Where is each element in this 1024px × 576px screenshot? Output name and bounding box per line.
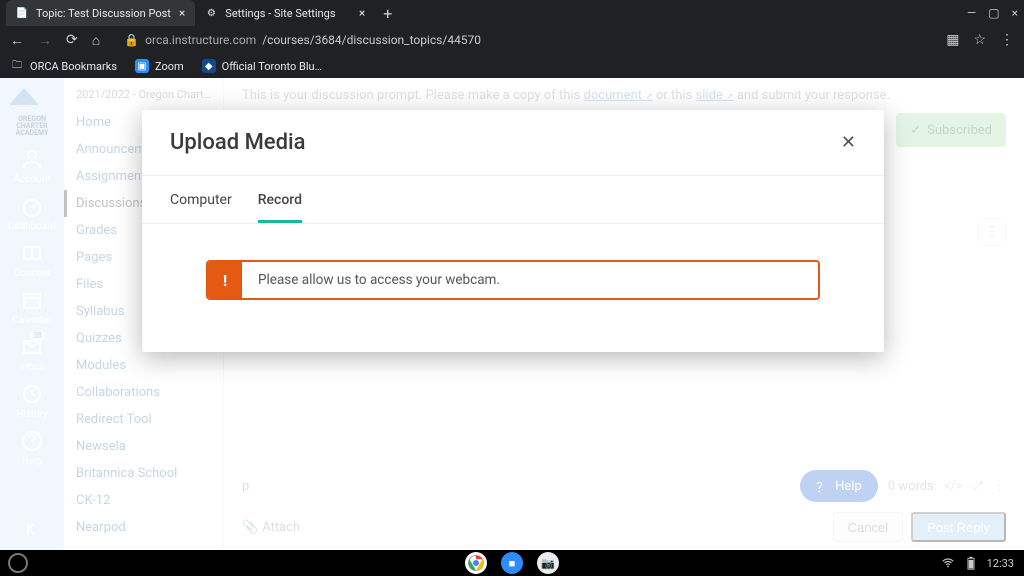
star-icon[interactable]: ☆	[973, 32, 986, 48]
bookmark-zoom[interactable]: ▣ Zoom	[135, 59, 184, 73]
bookmark-label: ORCA Bookmarks	[30, 60, 117, 73]
tab-close-icon[interactable]: ×	[179, 6, 185, 20]
bookmark-label: Zoom	[155, 60, 184, 73]
camera-app-icon[interactable]: 📷	[537, 552, 559, 574]
nav-back-icon[interactable]: ←	[10, 32, 24, 49]
window-minimize-icon[interactable]: —	[967, 6, 976, 20]
modal-close-button[interactable]: ✕	[841, 132, 856, 153]
chrome-app-icon[interactable]	[465, 552, 487, 574]
tab-favicon-icon: 📄	[16, 7, 28, 19]
tab-title: Topic: Test Discussion Post	[36, 7, 171, 20]
zoom-app-icon[interactable]: ■	[501, 552, 523, 574]
bookmarks-bar: 🗀 ORCA Bookmarks ▣ Zoom ◆ Official Toron…	[0, 54, 1024, 78]
tab-close-icon[interactable]: ×	[359, 6, 365, 20]
battery-icon	[965, 556, 977, 570]
window-close-icon[interactable]: ×	[1012, 6, 1018, 20]
modal-header: Upload Media ✕	[142, 110, 884, 176]
nav-bar: ← → ⟳ ⌂ 🔒 orca.instructure.com/courses/3…	[0, 26, 1024, 54]
bookmark-label: Official Toronto Blu…	[222, 60, 322, 73]
upload-media-modal: Upload Media ✕ Computer Record ! Please …	[142, 110, 884, 352]
tab-favicon-gear-icon: ⚙	[205, 7, 217, 19]
browser-tab-active[interactable]: 📄 Topic: Test Discussion Post ×	[6, 0, 195, 26]
url-path: /courses/3684/discussion_topics/44570	[262, 33, 481, 47]
shelf-apps: ■ 📷	[465, 552, 559, 574]
folder-icon: 🗀	[10, 59, 24, 73]
bookmark-folder[interactable]: 🗀 ORCA Bookmarks	[10, 59, 117, 73]
window-maximize-icon[interactable]: ▢	[988, 6, 999, 20]
bluejays-icon: ◆	[202, 59, 216, 73]
launcher-button[interactable]	[8, 553, 28, 573]
bookmark-jays[interactable]: ◆ Official Toronto Blu…	[202, 59, 322, 73]
nav-home-icon[interactable]: ⌂	[92, 32, 100, 49]
new-tab-button[interactable]: +	[375, 4, 400, 23]
tab-computer[interactable]: Computer	[170, 192, 232, 223]
modal-title: Upload Media	[170, 130, 305, 155]
zoom-icon: ▣	[135, 59, 149, 73]
url-bar[interactable]: 🔒 orca.instructure.com/courses/3684/disc…	[114, 28, 932, 52]
webcam-alert: ! Please allow us to access your webcam.	[206, 260, 820, 300]
wifi-icon	[941, 556, 955, 570]
chromeos-shelf: ■ 📷 12:33	[0, 550, 1024, 576]
url-host: orca.instructure.com	[145, 33, 256, 47]
extension-icon[interactable]: ▦	[946, 32, 959, 48]
browser-tab[interactable]: ⚙ Settings - Site Settings ×	[195, 0, 375, 26]
kebab-icon[interactable]: ⋮	[1000, 32, 1014, 48]
tab-title: Settings - Site Settings	[225, 7, 351, 20]
system-tray[interactable]: 12:33	[941, 556, 1024, 570]
tab-record[interactable]: Record	[258, 192, 302, 223]
alert-icon: !	[208, 262, 242, 298]
tab-strip: 📄 Topic: Test Discussion Post × ⚙ Settin…	[0, 0, 1024, 26]
clock: 12:33	[987, 557, 1014, 570]
window-controls: — ▢ ×	[967, 0, 1018, 26]
nav-forward-icon[interactable]: →	[38, 32, 52, 49]
lock-icon: 🔒	[124, 33, 139, 47]
modal-tabs: Computer Record	[142, 176, 884, 224]
alert-text: Please allow us to access your webcam.	[242, 262, 818, 298]
browser-chrome: 📄 Topic: Test Discussion Post × ⚙ Settin…	[0, 0, 1024, 78]
nav-reload-icon[interactable]: ⟳	[66, 32, 78, 48]
